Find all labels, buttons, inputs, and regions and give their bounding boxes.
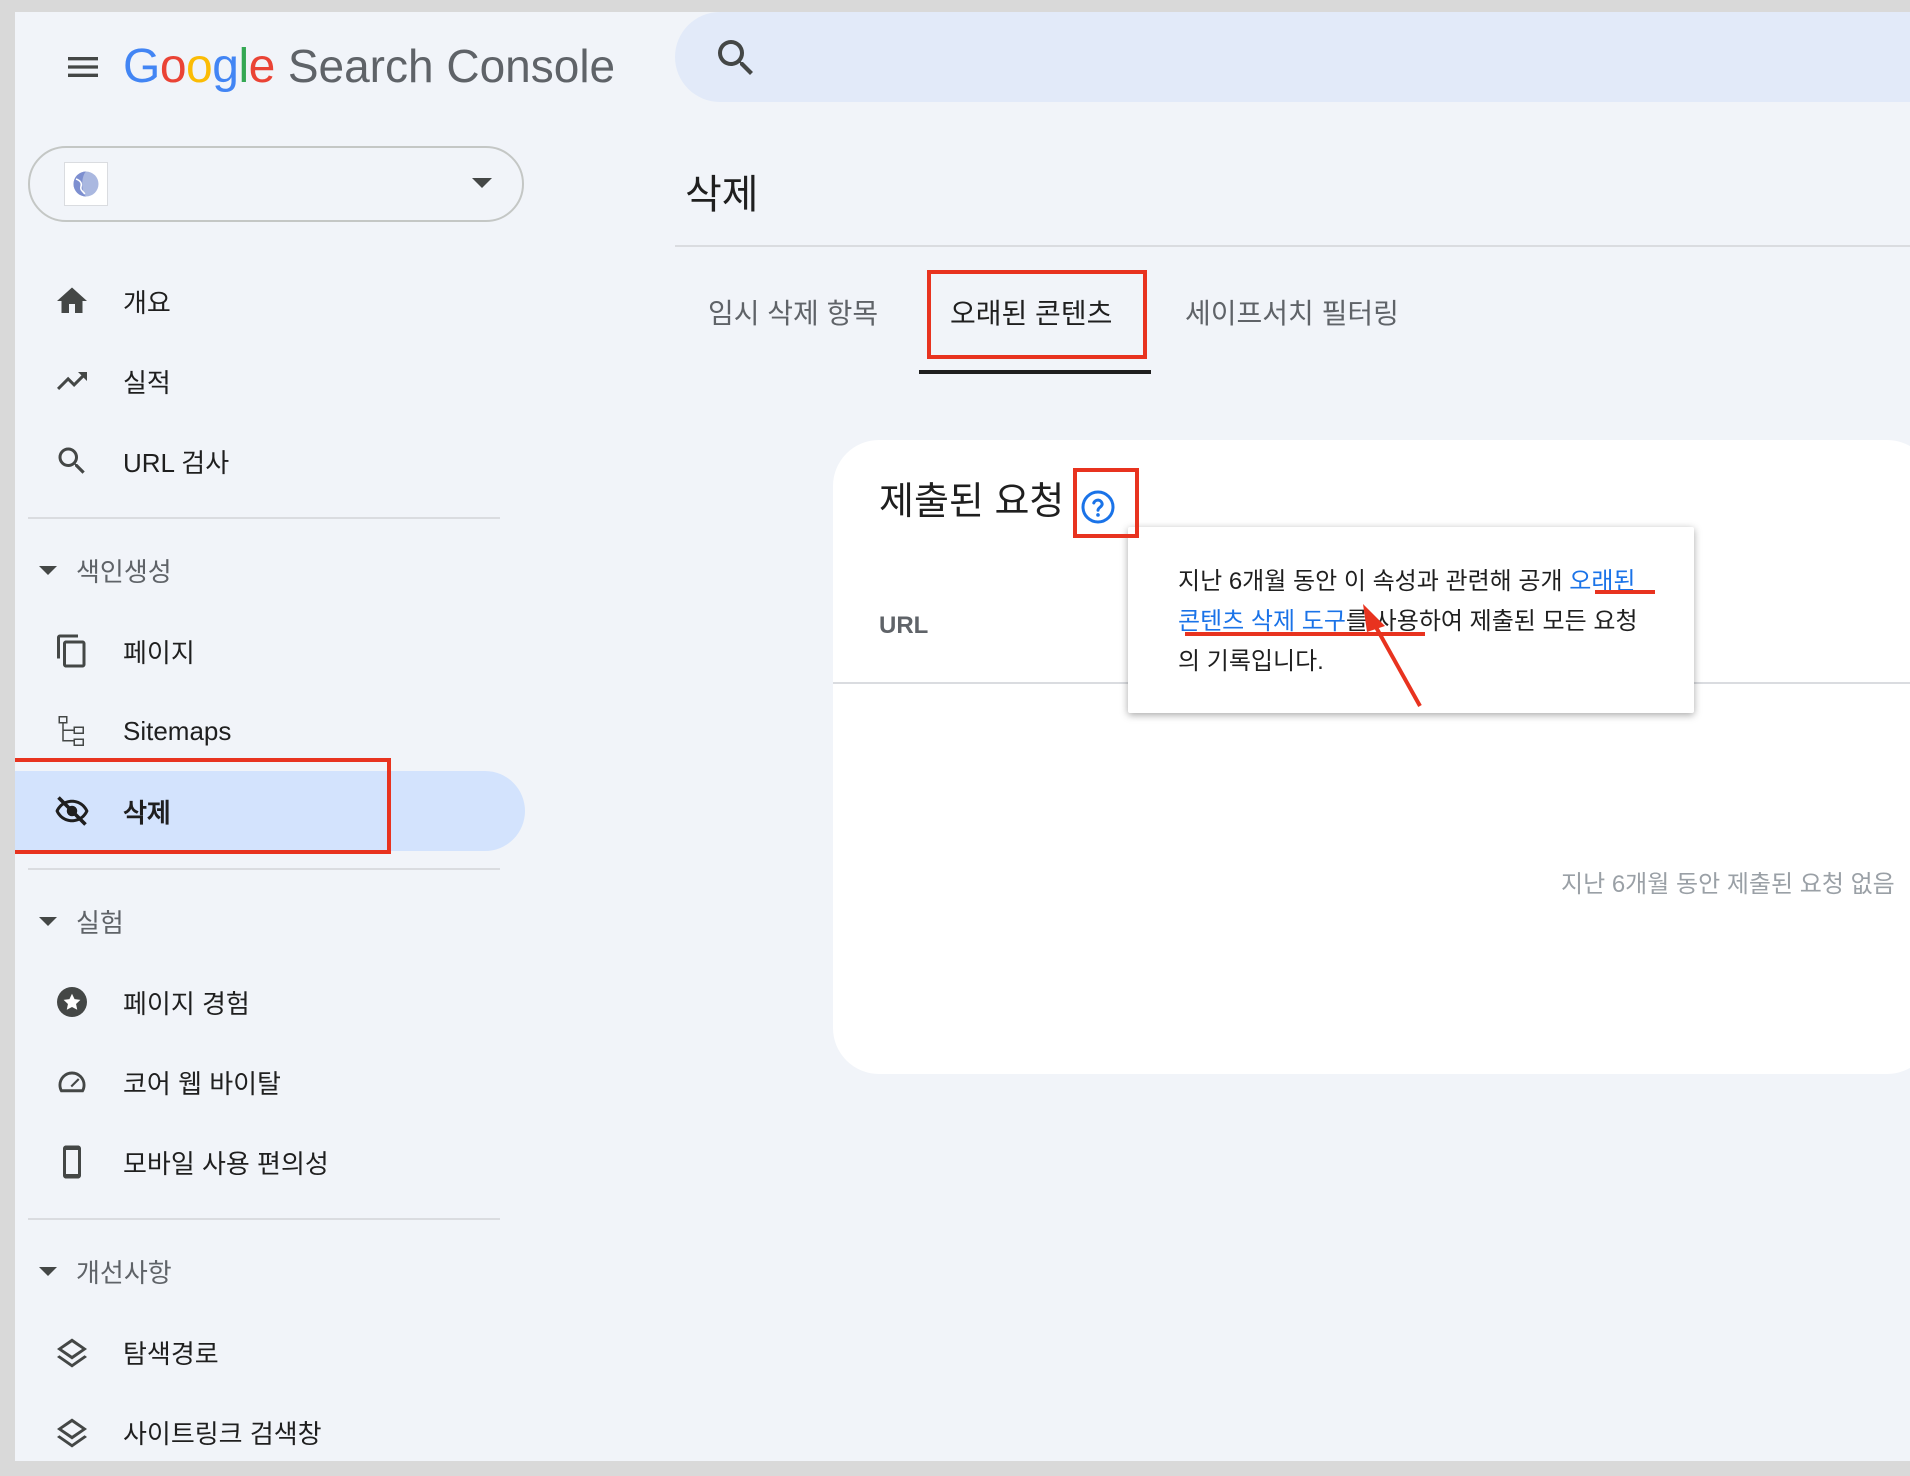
- search-icon: [50, 439, 94, 483]
- sidebar-item-mobile-usability[interactable]: 모바일 사용 편의성: [15, 1122, 525, 1202]
- tooltip-text-before: 지난 6개월 동안 이 속성과 관련해 공개: [1178, 568, 1570, 595]
- sidebar-section-enhancements[interactable]: 개선사항: [15, 1246, 515, 1296]
- help-circle-icon[interactable]: [1080, 489, 1116, 525]
- sidebar-item-label: 모바일 사용 편의성: [123, 1148, 329, 1179]
- copy-pages-icon: [50, 629, 94, 673]
- property-selector[interactable]: [28, 146, 524, 222]
- eye-off-icon: [50, 789, 94, 833]
- sidebar-item-label: 코어 웹 바이탈: [123, 1068, 281, 1099]
- sidebar-item-performance[interactable]: 실적: [15, 341, 525, 421]
- sidebar-section-experiments[interactable]: 실험: [15, 896, 515, 946]
- home-icon: [50, 279, 94, 323]
- layers-icon: [50, 1330, 94, 1374]
- sidebar-item-page-experience[interactable]: 페이지 경험: [15, 962, 525, 1042]
- sidebar-item-pages[interactable]: 페이지: [15, 611, 525, 691]
- search-icon[interactable]: [712, 34, 760, 82]
- section-title: 실험: [76, 907, 124, 938]
- sidebar-divider: [28, 517, 500, 519]
- smartphone-icon: [50, 1140, 94, 1184]
- tab-safesearch-filtering[interactable]: 세이프서치 필터링: [1185, 282, 1399, 342]
- sidebar-section-indexing[interactable]: 색인생성: [15, 545, 515, 595]
- search-bar[interactable]: [675, 12, 1910, 102]
- sidebar-item-label: URL 검사: [123, 447, 230, 478]
- sitemap-icon: [50, 709, 94, 753]
- collapse-caret-icon: [39, 1266, 57, 1276]
- sidebar-item-core-web-vitals[interactable]: 코어 웹 바이탈: [15, 1042, 525, 1122]
- section-title: 색인생성: [76, 556, 172, 587]
- section-title: 개선사항: [76, 1257, 172, 1288]
- active-tab-indicator: [919, 370, 1151, 374]
- sidebar-item-label: 사이트링크 검색창: [123, 1418, 322, 1449]
- trending-up-icon: [50, 359, 94, 403]
- star-badge-icon: [50, 980, 94, 1024]
- collapse-caret-icon: [39, 916, 57, 926]
- sidebar-item-label: Sitemaps: [123, 715, 232, 746]
- sidebar-item-label: 개요: [123, 287, 171, 318]
- sidebar-item-sitelinks-searchbox[interactable]: 사이트링크 검색창: [15, 1392, 525, 1461]
- dropdown-caret-icon: [472, 178, 492, 188]
- collapse-caret-icon: [39, 565, 57, 575]
- hamburger-menu-icon: [68, 57, 98, 77]
- sidebar-divider: [28, 1218, 500, 1220]
- sidebar-item-label: 페이지 경험: [123, 988, 250, 1019]
- tooltip-text: 지난 6개월 동안 이 속성과 관련해 공개 오래된 콘텐츠 삭제 도구를 사용…: [1178, 562, 1658, 682]
- tab-temporary-removals[interactable]: 임시 삭제 항목: [708, 282, 878, 342]
- main-menu-button[interactable]: [49, 38, 117, 96]
- sidebar-item-url-inspection[interactable]: URL 검사: [15, 421, 525, 501]
- sidebar-item-label: 페이지: [123, 637, 195, 668]
- column-header-url[interactable]: URL: [879, 612, 928, 640]
- sidebar-item-label: 탐색경로: [123, 1338, 219, 1369]
- globe-icon: [64, 162, 108, 206]
- sidebar-item-label: 삭제: [123, 797, 171, 828]
- sidebar-item-breadcrumbs[interactable]: 탐색경로: [15, 1312, 525, 1392]
- sidebar-item-overview[interactable]: 개요: [15, 261, 525, 341]
- app-logo[interactable]: Google Search Console: [123, 30, 615, 102]
- google-wordmark: Google: [123, 39, 275, 93]
- app-window: Google Search Console 개요 실적 URL 검사 색인생성 …: [15, 12, 1910, 1461]
- product-name: Search Console: [287, 40, 616, 92]
- page-title: 삭제: [685, 173, 759, 217]
- speedometer-icon: [50, 1060, 94, 1104]
- tab-outdated-content[interactable]: 오래된 콘텐츠: [950, 282, 1112, 342]
- card-title: 제출된 요청: [879, 481, 1065, 523]
- sidebar-item-label: 실적: [123, 367, 171, 398]
- empty-state-message: 지난 6개월 동안 제출된 요청 없음: [1561, 871, 1895, 898]
- header-divider: [675, 245, 1910, 247]
- sidebar-item-removals[interactable]: 삭제: [15, 771, 525, 851]
- sidebar-item-sitemaps[interactable]: Sitemaps: [15, 691, 525, 771]
- sidebar-divider: [28, 868, 500, 870]
- layers-icon: [50, 1410, 94, 1454]
